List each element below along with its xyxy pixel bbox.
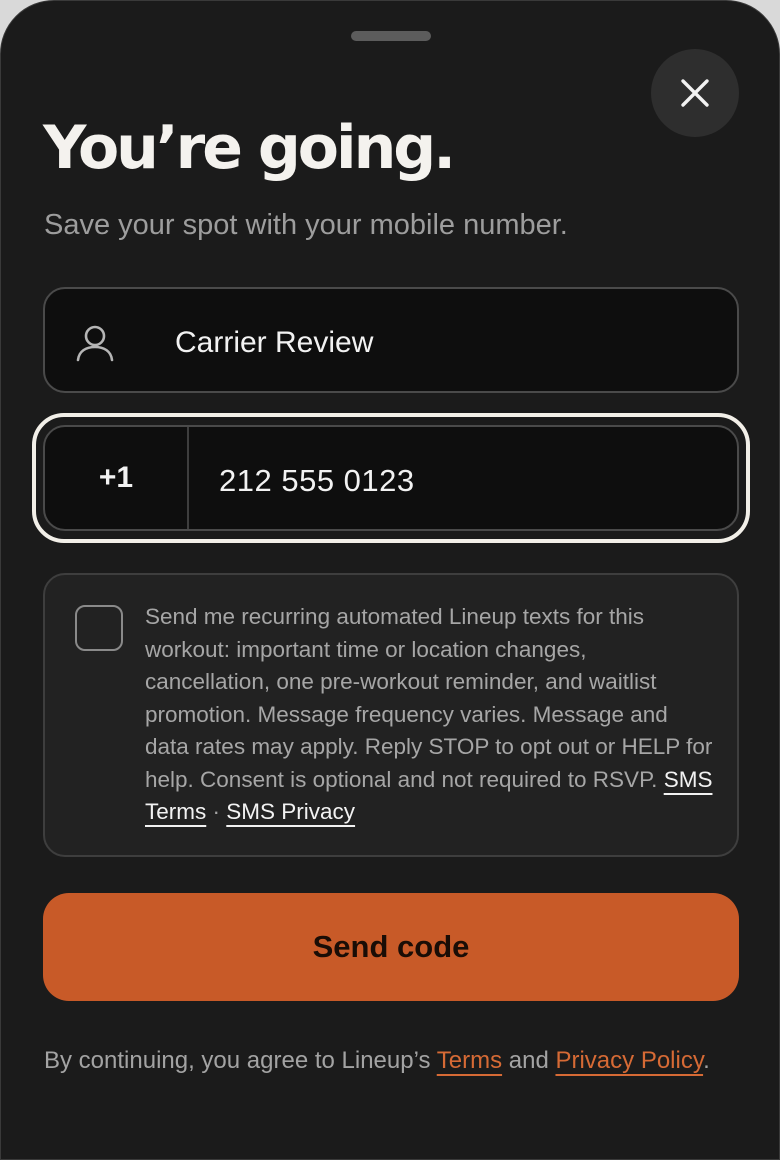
sms-consent-body: Send me recurring automated Lineup texts… [145,604,713,792]
page-title: You’re going. [43,113,456,183]
close-icon [681,79,709,107]
sms-link-separator: · [212,799,221,824]
send-code-button[interactable]: Send code [43,893,739,1001]
footer-and: and [508,1047,549,1074]
close-button[interactable] [651,49,739,137]
page-subtitle: Save your spot with your mobile number. [44,209,568,241]
user-icon [76,325,114,362]
name-input-value[interactable]: Carrier Review [175,326,373,360]
name-field[interactable]: Carrier Review [43,287,739,393]
legal-footer: By continuing, you agree to Lineup’s Ter… [44,1047,710,1075]
rsvp-sheet: You’re going. Save your spot with your m… [0,0,780,1160]
phone-input-value[interactable]: 212 555 0123 [219,463,415,499]
sms-consent-checkbox[interactable] [75,605,123,651]
sms-consent-text: Send me recurring automated Lineup texts… [145,601,717,829]
sms-consent-box: Send me recurring automated Lineup texts… [43,573,739,857]
footer-prefix: By continuing, you agree to Lineup’s [44,1047,431,1074]
privacy-policy-link[interactable]: Privacy Policy [555,1047,703,1074]
sms-privacy-link[interactable]: SMS Privacy [226,799,355,824]
terms-link[interactable]: Terms [437,1047,502,1074]
country-code-selector[interactable]: +1 [45,427,189,529]
sheet-grabber[interactable] [351,31,431,41]
phone-field[interactable]: +1 212 555 0123 [43,425,739,531]
footer-suffix: . [703,1047,710,1074]
